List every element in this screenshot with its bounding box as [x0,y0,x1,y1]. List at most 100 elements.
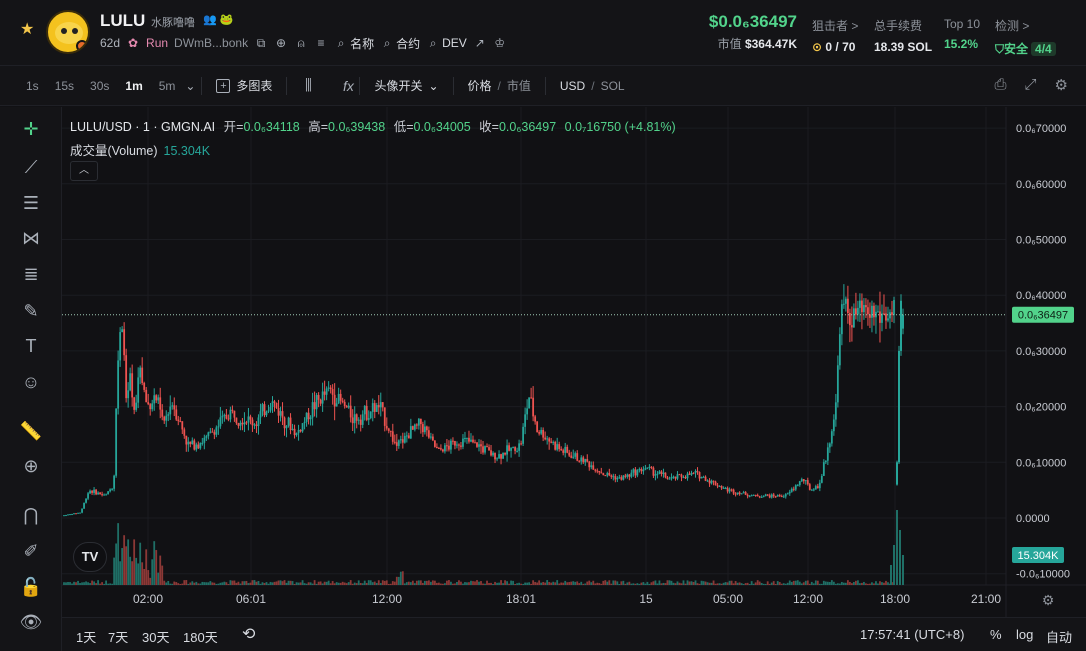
volume-bar [195,581,198,585]
collapse-legend-button[interactable]: ︿ [70,161,98,181]
chart-canvas[interactable]: 0.0₆70000 0.0₆60000 0.0₆50000 0.0₆40000 0.0₆… [62,107,1086,617]
candle-body [397,440,400,446]
magnet-icon[interactable]: ⋂ [19,503,43,527]
volume-bar [261,582,264,585]
pattern-icon[interactable]: ⋈ [19,226,43,250]
candle-body [740,493,743,495]
multi-chart-button[interactable]: + 多图表 [216,77,272,94]
volume-bar [778,582,781,585]
candle-body [321,391,324,404]
volume-bar [299,582,302,585]
time-tick-label: 12:00 [793,592,823,606]
menu-circle-icon[interactable]: ≡ [314,36,328,50]
eye-icon[interactable]: 👁 [19,610,43,634]
candle-body [251,419,254,426]
settings-gear-icon[interactable]: ⚙ [1055,76,1068,94]
candle-body [83,502,85,509]
candle-body [239,422,242,426]
candle-body [728,489,731,492]
candle-body [712,480,715,482]
crown-icon[interactable]: ♔ [493,36,507,50]
range-30d[interactable]: 30天 [142,627,169,646]
volume-bar [413,583,416,585]
candle-body [415,424,418,426]
timeframe-15s[interactable]: 15s [55,79,74,93]
candle-body [141,367,144,383]
crosshair-icon[interactable]: ✛ [19,117,43,141]
user-icon[interactable]: ⍝ [294,36,308,50]
candle-body [179,421,182,423]
volume-bar [865,583,867,585]
volume-bar [506,581,508,585]
chevron-down-icon[interactable]: ⌄ [183,79,197,93]
search-dev-link[interactable]: ⌕ DEV [426,36,467,50]
log-toggle[interactable]: log [1016,627,1033,642]
lock-drawing-icon[interactable]: ✐ [19,539,43,563]
date-range-icon[interactable]: ⟲ [242,624,255,644]
search-name-link[interactable]: ⌕ 名称 [334,35,374,52]
indicators-fx-icon[interactable]: fx [341,79,355,93]
favorite-star-icon[interactable]: ★ [20,22,36,38]
volume-bar [556,580,559,585]
price-chart[interactable]: 0.0₆70000 0.0₆60000 0.0₆50000 0.0₆40000 0.0₆… [62,107,1086,617]
candle-body [207,432,210,437]
emoji-icon[interactable]: ☺ [19,370,43,394]
trend-line-icon[interactable]: ⟋ [19,155,43,179]
volume-bar [297,582,300,585]
timeframe-30s[interactable]: 30s [90,79,109,93]
range-7d[interactable]: 7天 [108,627,128,646]
volume-bar [826,581,829,585]
camera-icon[interactable]: ⎙ [995,76,1007,94]
volume-bar [806,580,809,585]
volume-bar [249,582,252,585]
globe-icon[interactable]: ⊕ [274,36,288,50]
candle-body [586,459,589,462]
candle-body [542,429,545,438]
copy-icon[interactable]: ⧉ [254,36,268,50]
fib-retracement-icon[interactable]: ≣ [19,262,43,286]
range-180d[interactable]: 180天 [183,627,218,646]
header-toggle-dropdown[interactable]: 头像开关 ⌄ [374,77,438,94]
candle-body [658,471,661,474]
volume-bar [361,583,364,585]
ruler-icon[interactable]: 📏 [19,419,43,443]
brush-icon[interactable]: ✎ [19,299,43,323]
external-link-icon[interactable]: ↗ [473,36,487,50]
candle-body [534,416,537,422]
text-tool-icon[interactable]: T [19,334,43,358]
lock-icon[interactable]: 🔓 [19,575,43,599]
volume-bar [776,581,779,585]
candle-body [283,417,286,429]
volume-bar [153,541,156,585]
candle-body [81,508,83,513]
candle-body [794,485,797,490]
range-1d[interactable]: 1天 [76,627,96,646]
candle-body [319,399,322,404]
security-check-stat[interactable]: 检测 > ⛉安全 4/4 [995,17,1056,57]
volume-bar [393,581,396,585]
timeframe-1m[interactable]: 1m [125,79,142,93]
candle-body [772,494,775,497]
search-contract-link[interactable]: ⌕ 合约 [380,35,420,52]
timeframe-1s[interactable]: 1s [26,79,39,93]
price-mcap-toggle[interactable]: 价格 / 市值 [468,77,531,94]
horizontal-lines-icon[interactable]: ☰ [19,191,43,215]
tradingview-logo[interactable]: TV [73,542,107,572]
percent-toggle[interactable]: % [990,627,1002,642]
candle-body [734,493,737,495]
bottom-bar: 1天 7天 30天 180天 ⟲ 17:57:41 (UTC+8) % log … [62,617,1086,651]
currency-toggle[interactable]: USD / SOL [560,79,625,93]
volume-bar [371,582,374,585]
timeframe-5m[interactable]: 5m [159,79,176,93]
candle-body [859,300,861,308]
snipers-stat[interactable]: 狙击者 > ⊙ 0 / 70 [812,17,858,54]
candlestick-icon[interactable]: ⫼ [301,78,315,93]
candle-body [209,431,212,433]
volume-bar [832,581,835,585]
fullscreen-icon[interactable]: ⤢ [1025,76,1037,94]
candle-body [600,472,603,474]
volume-bar [205,582,208,585]
zoom-in-icon[interactable]: ⊕ [19,454,43,478]
volume-bar [421,582,424,585]
auto-toggle[interactable]: 自动 [1046,627,1072,646]
